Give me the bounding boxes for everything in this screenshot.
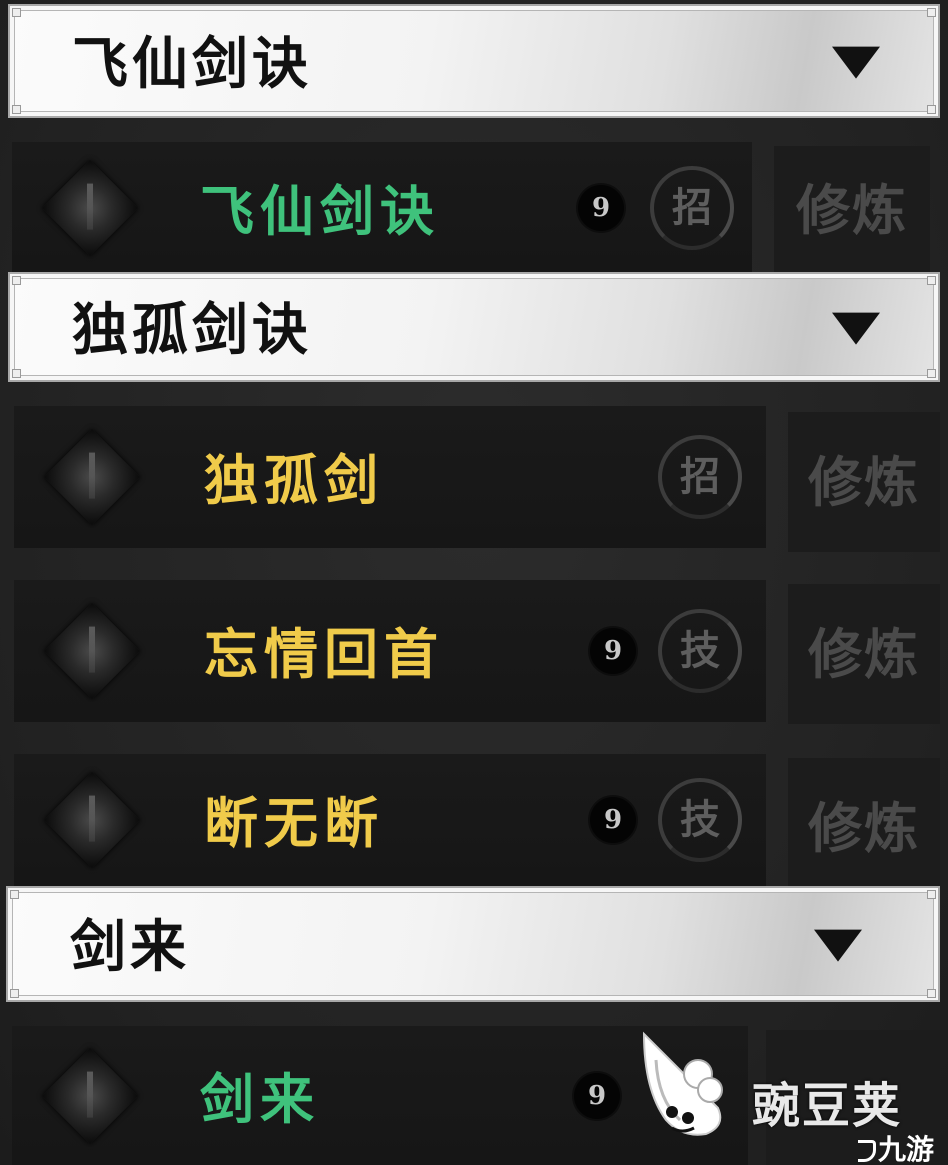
practice-button[interactable]: 修炼 bbox=[788, 758, 940, 886]
frame-corner bbox=[12, 276, 21, 285]
type-badge-zhao: 招 bbox=[658, 435, 742, 519]
skill-name: 飞仙剑诀 bbox=[200, 178, 440, 243]
level-badge: 9 bbox=[590, 797, 636, 843]
skill-diamond-icon bbox=[43, 771, 141, 869]
frame-corner bbox=[12, 8, 21, 17]
skill-diamond-icon bbox=[43, 428, 141, 526]
skill-diamond-icon bbox=[43, 602, 141, 700]
level-badge: 9 bbox=[590, 628, 636, 674]
practice-button[interactable]: 修炼 bbox=[788, 584, 940, 724]
frame-corner bbox=[927, 989, 936, 998]
practice-button[interactable]: 修炼 bbox=[788, 412, 940, 552]
type-badge-ji: 技 bbox=[658, 609, 742, 693]
skill-diamond-icon bbox=[41, 159, 139, 257]
frame-corner bbox=[12, 105, 21, 114]
frame-corner bbox=[10, 890, 19, 899]
frame-corner bbox=[10, 989, 19, 998]
skill-row-duan-wu-duan[interactable]: 断无断 9 技 bbox=[14, 754, 766, 886]
dropdown-arrow-icon[interactable] bbox=[832, 46, 880, 79]
section-header-dugu[interactable]: 独孤剑诀 bbox=[8, 272, 940, 382]
skill-name: 独孤剑 bbox=[204, 447, 384, 512]
skill-diamond-icon bbox=[41, 1047, 139, 1144]
skill-row-wangqing-huishou[interactable]: 忘情回首 9 技 bbox=[14, 580, 766, 722]
section-title: 独孤剑诀 bbox=[72, 296, 312, 363]
dropdown-arrow-icon[interactable] bbox=[814, 929, 862, 962]
section-title: 剑来 bbox=[70, 913, 190, 980]
section-header-feixian[interactable]: 飞仙剑诀 bbox=[8, 4, 940, 118]
wandoujia-watermark: 豌豆荚 bbox=[752, 1078, 903, 1134]
frame-corner bbox=[927, 276, 936, 285]
skill-row-dugu-jian[interactable]: 独孤剑 招 bbox=[14, 406, 766, 548]
level-badge: 9 bbox=[574, 1072, 620, 1119]
frame-corner bbox=[12, 369, 21, 378]
jiuyou-watermark: 九游 bbox=[858, 1128, 934, 1165]
jiuyou-label: 九游 bbox=[878, 1133, 935, 1165]
skill-name: 断无断 bbox=[204, 790, 384, 855]
frame-corner bbox=[927, 369, 936, 378]
skill-name: 剑来 bbox=[200, 1066, 320, 1131]
pea-pod-logo-icon bbox=[642, 1031, 723, 1136]
practice-button[interactable]: 修炼 bbox=[774, 146, 930, 274]
type-badge-zhao: 招 bbox=[650, 166, 734, 250]
dropdown-arrow-icon[interactable] bbox=[832, 312, 880, 345]
skill-name: 忘情回首 bbox=[204, 621, 444, 686]
level-badge: 9 bbox=[578, 185, 624, 231]
section-title: 飞仙剑诀 bbox=[72, 30, 312, 97]
type-badge-ji: 技 bbox=[658, 778, 742, 862]
frame-corner bbox=[927, 105, 936, 114]
frame-corner bbox=[927, 890, 936, 899]
skill-row-feixian-jianjue[interactable]: 飞仙剑诀 9 招 bbox=[12, 142, 752, 274]
jiuyou-logo-icon bbox=[858, 1140, 876, 1162]
section-header-jianlai[interactable]: 剑来 bbox=[6, 886, 940, 1002]
frame-corner bbox=[927, 8, 936, 17]
skill-panel: 飞仙剑诀 飞仙剑诀 9 招 修炼 独孤剑诀 独孤剑 招 修炼 忘情回首 9 技 … bbox=[0, 0, 948, 1165]
